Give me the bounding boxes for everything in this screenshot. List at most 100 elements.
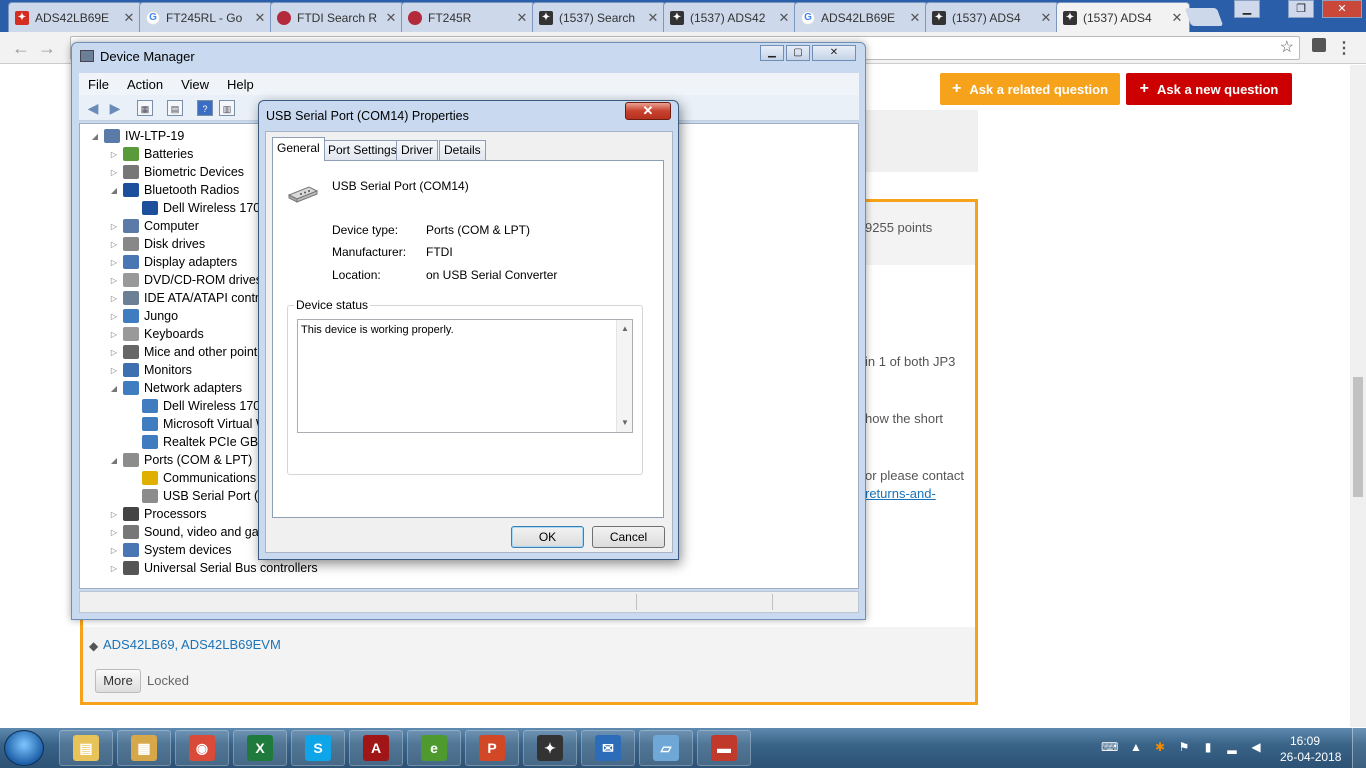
close-icon[interactable]: ✕ bbox=[812, 45, 856, 61]
tree-node[interactable]: ▷ Batteries bbox=[109, 145, 193, 163]
bookmark-star-icon[interactable]: ☆ bbox=[1280, 37, 1294, 57]
tree-node[interactable]: ▷ Keyboards bbox=[109, 325, 204, 343]
taskbar-app[interactable]: ◉ bbox=[175, 730, 229, 766]
collapsed-arrow-icon[interactable]: ▷ bbox=[109, 294, 119, 303]
browser-tab[interactable]: ✦ (1537) ADS4 ✕ bbox=[1056, 2, 1190, 32]
expanded-arrow-icon[interactable]: ◢ bbox=[109, 186, 119, 195]
close-icon[interactable]: ✕ bbox=[625, 102, 671, 120]
tree-node[interactable]: ▷ IDE ATA/ATAPI contro bbox=[109, 289, 266, 307]
tab-close-icon[interactable]: ✕ bbox=[385, 10, 397, 26]
tree-node[interactable]: ▷ Computer bbox=[109, 217, 199, 235]
taskbar-app[interactable]: ▤ bbox=[59, 730, 113, 766]
browser-tab[interactable]: ✦ (1537) Search ✕ bbox=[532, 2, 666, 32]
tab-general[interactable]: General bbox=[272, 137, 325, 161]
minimize-icon[interactable]: ▁ bbox=[1234, 0, 1260, 18]
tree-node[interactable]: ▷ DVD/CD-ROM drives bbox=[109, 271, 262, 289]
taskbar-app[interactable]: X bbox=[233, 730, 287, 766]
tree-node[interactable]: USB Serial Port (CO bbox=[128, 487, 277, 505]
collapsed-arrow-icon[interactable]: ▷ bbox=[109, 222, 119, 231]
tree-node[interactable]: ▷ Biometric Devices bbox=[109, 163, 244, 181]
chrome-menu-icon[interactable]: ⋮ bbox=[1336, 38, 1352, 58]
tag-links[interactable]: ADS42LB69, ADS42LB69EVM bbox=[103, 637, 281, 652]
back-arrow-icon[interactable]: ← bbox=[12, 38, 30, 59]
tab-close-icon[interactable]: ✕ bbox=[254, 10, 266, 26]
collapsed-arrow-icon[interactable]: ▷ bbox=[109, 510, 119, 519]
tree-node[interactable]: ▷ Mice and other pointin bbox=[109, 343, 267, 361]
tree-node[interactable]: ▷ System devices bbox=[109, 541, 232, 559]
menu-file[interactable]: File bbox=[79, 77, 118, 92]
cancel-button[interactable]: Cancel bbox=[592, 526, 665, 548]
properties-icon[interactable]: ▦ bbox=[137, 100, 153, 116]
browser-tab[interactable]: FT245R ✕ bbox=[401, 2, 535, 32]
ask-related-question-button[interactable]: + Ask a related question bbox=[940, 73, 1120, 105]
more-button[interactable]: More bbox=[95, 669, 141, 693]
scan-hardware-icon[interactable]: ▥ bbox=[219, 100, 235, 116]
collapsed-arrow-icon[interactable]: ▷ bbox=[109, 564, 119, 573]
browser-tab[interactable]: FTDI Search R ✕ bbox=[270, 2, 404, 32]
extension-icon[interactable] bbox=[1312, 38, 1326, 52]
tree-node[interactable]: ▷ Universal Serial Bus controllers bbox=[109, 559, 318, 577]
action-center-flag-icon[interactable]: ⚑ bbox=[1177, 740, 1191, 754]
browser-tab[interactable]: ✦ (1537) ADS4 ✕ bbox=[925, 2, 1059, 32]
taskbar-app[interactable]: ▦ bbox=[117, 730, 171, 766]
forward-arrow-icon[interactable]: → bbox=[38, 38, 56, 59]
tree-node[interactable]: Dell Wireless 1702 bbox=[128, 397, 267, 415]
collapsed-arrow-icon[interactable]: ▷ bbox=[109, 168, 119, 177]
taskbar-app[interactable]: S bbox=[291, 730, 345, 766]
tree-node[interactable]: Microsoft Virtual W bbox=[128, 415, 268, 433]
tab-port-settings[interactable]: Port Settings bbox=[323, 140, 402, 160]
expanded-arrow-icon[interactable]: ◢ bbox=[109, 384, 119, 393]
scroll-down-icon[interactable]: ▼ bbox=[621, 418, 629, 427]
taskbar-app[interactable]: ✦ bbox=[523, 730, 577, 766]
tab-close-icon[interactable]: ✕ bbox=[1171, 10, 1183, 26]
update-driver-icon[interactable]: ▤ bbox=[167, 100, 183, 116]
minimize-icon[interactable]: ▁ bbox=[760, 45, 784, 61]
scroll-thumb[interactable] bbox=[1353, 377, 1363, 497]
browser-tab[interactable]: ✦ ADS42LB69E ✕ bbox=[8, 2, 142, 32]
restore-icon[interactable]: ❐ bbox=[1288, 0, 1314, 18]
device-status-textbox[interactable]: This device is working properly. ▲ ▼ bbox=[297, 319, 633, 433]
tree-node[interactable]: ◢ Ports (COM & LPT) bbox=[109, 451, 252, 469]
taskbar-app[interactable]: ▱ bbox=[639, 730, 693, 766]
taskbar-app[interactable]: e bbox=[407, 730, 461, 766]
show-desktop-button[interactable] bbox=[1352, 728, 1366, 768]
tree-node[interactable]: ◢ IW-LTP-19 bbox=[90, 127, 184, 145]
expanded-arrow-icon[interactable]: ◢ bbox=[109, 456, 119, 465]
collapsed-arrow-icon[interactable]: ▷ bbox=[109, 312, 119, 321]
taskbar-app[interactable]: ✉ bbox=[581, 730, 635, 766]
keyboard-icon[interactable]: ⌨ bbox=[1101, 740, 1118, 754]
maximize-icon[interactable]: ▢ bbox=[786, 45, 810, 61]
browser-tab[interactable]: G FT245RL - Go ✕ bbox=[139, 2, 273, 32]
browser-tab[interactable]: G ADS42LB69E ✕ bbox=[794, 2, 928, 32]
tree-node[interactable]: Dell Wireless 1702 bbox=[128, 199, 267, 217]
expanded-arrow-icon[interactable]: ◢ bbox=[90, 132, 100, 141]
tab-close-icon[interactable]: ✕ bbox=[516, 10, 528, 26]
collapsed-arrow-icon[interactable]: ▷ bbox=[109, 348, 119, 357]
taskbar-app[interactable]: ▬ bbox=[697, 730, 751, 766]
clock-time[interactable]: 16:09 bbox=[1290, 734, 1320, 748]
returns-link[interactable]: returns-and- bbox=[865, 486, 936, 501]
tab-driver[interactable]: Driver bbox=[396, 140, 438, 160]
menu-action[interactable]: Action bbox=[118, 77, 172, 92]
status-scrollbar[interactable]: ▲ ▼ bbox=[616, 320, 632, 432]
network-signal-icon[interactable]: ▂ bbox=[1225, 740, 1239, 754]
page-scrollbar[interactable] bbox=[1350, 65, 1366, 727]
collapsed-arrow-icon[interactable]: ▷ bbox=[109, 150, 119, 159]
collapsed-arrow-icon[interactable]: ▷ bbox=[109, 276, 119, 285]
show-hidden-icons-icon[interactable]: ▲ bbox=[1129, 740, 1143, 754]
collapsed-arrow-icon[interactable]: ▷ bbox=[109, 240, 119, 249]
collapsed-arrow-icon[interactable]: ▷ bbox=[109, 546, 119, 555]
clock-date[interactable]: 26-04-2018 bbox=[1280, 750, 1341, 764]
tree-node[interactable]: ▷ Monitors bbox=[109, 361, 192, 379]
ask-new-question-button[interactable]: + Ask a new question bbox=[1126, 73, 1292, 105]
menu-help[interactable]: Help bbox=[218, 77, 263, 92]
help-icon[interactable]: ? bbox=[197, 100, 213, 116]
collapsed-arrow-icon[interactable]: ▷ bbox=[109, 528, 119, 537]
tree-node[interactable]: Communications bbox=[128, 469, 256, 487]
tree-node[interactable]: ◢ Network adapters bbox=[109, 379, 242, 397]
tree-node[interactable]: ▷ Processors bbox=[109, 505, 207, 523]
tree-node[interactable]: ▷ Disk drives bbox=[109, 235, 205, 253]
collapsed-arrow-icon[interactable]: ▷ bbox=[109, 258, 119, 267]
tab-close-icon[interactable]: ✕ bbox=[1040, 10, 1052, 26]
tab-close-icon[interactable]: ✕ bbox=[909, 10, 921, 26]
